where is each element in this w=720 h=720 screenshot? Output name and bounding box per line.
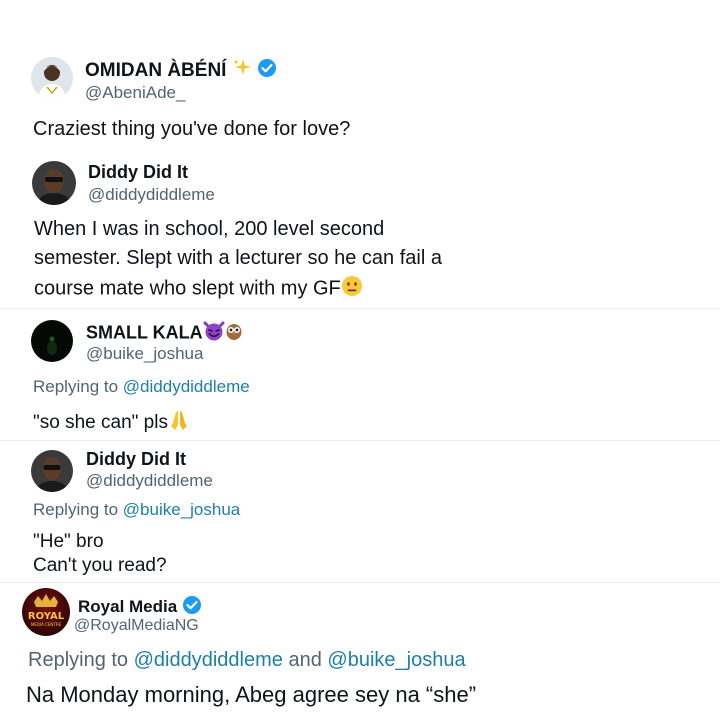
mention-link[interactable]: @diddydiddleme	[134, 649, 283, 671]
tweet-text-line: Can't you read?	[33, 555, 167, 576]
replying-joiner: and	[288, 649, 322, 671]
thread-divider	[0, 582, 720, 583]
tweet-text-line: Na Monday morning, Abeg agree sey na “sh…	[26, 682, 477, 707]
tweet-text-line: Craziest thing you've done for love?	[33, 118, 351, 140]
replying-to-label: Replying to	[28, 649, 129, 671]
smiling-devil-emoji-icon	[203, 321, 225, 346]
mention-link[interactable]: @diddydiddleme	[123, 377, 250, 396]
avatar[interactable]	[31, 320, 73, 362]
replying-to-label: Replying to	[33, 500, 119, 519]
avatar[interactable]	[31, 450, 73, 492]
neutral-face-emoji-icon	[341, 275, 363, 303]
tweet-quoted: Diddy Did It @diddydiddleme When I was i…	[0, 150, 720, 310]
author-name-text: SMALL KALA	[86, 322, 203, 343]
author-name[interactable]: SMALL KALA	[86, 321, 243, 346]
owl-emoji-icon	[225, 321, 243, 346]
author-name[interactable]: Diddy Did It	[88, 162, 188, 183]
tweet-original: OMIDAN ÀBÉNÍ @AbeniAde_ Craziest thing y…	[0, 0, 720, 160]
replying-to-line: Replying to @diddydiddleme and @buike_jo…	[28, 649, 466, 672]
author-name[interactable]: Diddy Did It	[86, 449, 186, 470]
author-handle[interactable]: @diddydiddleme	[88, 185, 215, 205]
mention-link[interactable]: @buike_joshua	[327, 649, 465, 671]
author-handle[interactable]: @RoyalMediaNG	[74, 617, 199, 635]
author-name-text: OMIDAN ÀBÉNÍ	[85, 60, 227, 82]
tweet-reply: Diddy Did It @diddydiddleme Replying to …	[0, 442, 720, 582]
folded-hands-emoji-icon	[168, 409, 190, 437]
tweet-text-line-content: course mate who slept with my GF	[34, 277, 341, 300]
thread-divider	[0, 308, 720, 309]
thread-divider	[0, 440, 720, 441]
tweet-text-line-content: "so she can" pls	[33, 412, 168, 434]
tweet-text-line: "He" bro	[33, 531, 104, 552]
verified-badge-icon	[257, 58, 277, 84]
replying-to-line: Replying to @buike_joshua	[33, 500, 240, 520]
avatar-logo-text: ROYAL	[28, 611, 65, 622]
avatar-logo-subtext: MEDIA CENTRE	[31, 622, 62, 627]
author-name[interactable]: OMIDAN ÀBÉNÍ	[85, 58, 277, 84]
tweet-reply: SMALL KALA @buike_joshua Replying to @di…	[0, 310, 720, 445]
author-handle[interactable]: @buike_joshua	[86, 344, 203, 364]
mention-link[interactable]: @buike_joshua	[123, 500, 240, 519]
tweet-text-line: When I was in school, 200 level second	[34, 218, 385, 240]
tweet-text-line: "so she can" pls	[33, 409, 190, 437]
tweet-text-line: course mate who slept with my GF	[34, 275, 363, 303]
replying-to-label: Replying to	[33, 377, 119, 396]
tweet-reply: ROYAL MEDIA CENTRE Royal Media @RoyalMed…	[0, 584, 720, 720]
tweet-text-line: semester. Slept with a lecturer so he ca…	[34, 247, 442, 269]
avatar[interactable]	[32, 161, 76, 205]
author-handle[interactable]: @AbeniAde_	[85, 83, 185, 103]
author-name-text: Royal Media	[78, 596, 178, 616]
avatar[interactable]	[31, 57, 73, 99]
author-handle[interactable]: @diddydiddleme	[86, 471, 213, 491]
avatar[interactable]: ROYAL MEDIA CENTRE	[22, 588, 70, 636]
sparkles-emoji-icon	[232, 58, 252, 84]
replying-to-line: Replying to @diddydiddleme	[33, 377, 250, 397]
